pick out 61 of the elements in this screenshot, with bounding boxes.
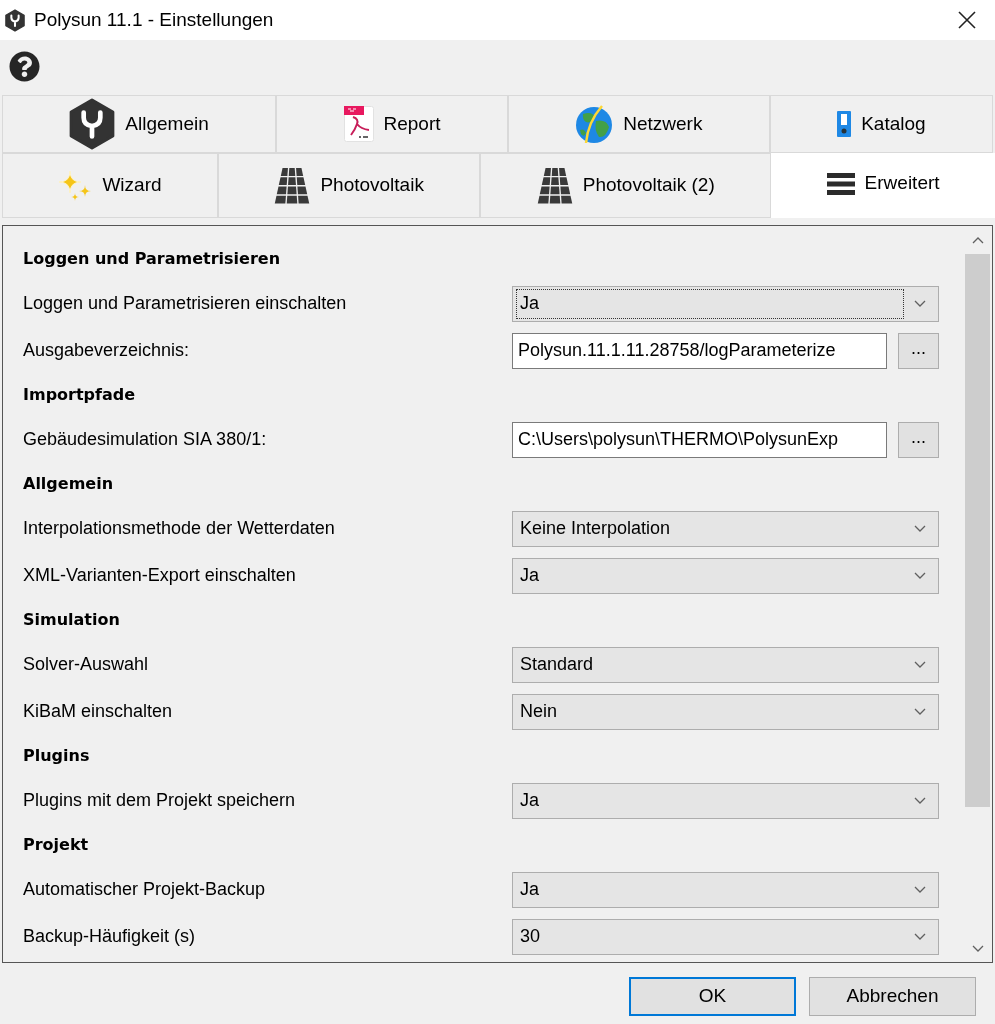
globe-icon (575, 104, 614, 144)
solar-panel-icon (536, 167, 573, 204)
tab[interactable]: Allgemein (2, 95, 277, 153)
section-heading: Allgemein (23, 473, 114, 495)
section-heading: Simulation (23, 609, 120, 631)
chevron-down-icon (914, 572, 926, 579)
dropdown[interactable]: Nein (512, 693, 939, 730)
chevron-down-icon (914, 661, 926, 668)
dropdown[interactable]: Standard (512, 646, 939, 683)
dialog-button[interactable]: OK (629, 977, 796, 1016)
setting-label: Gebäudesimulation SIA 380/1: (23, 428, 267, 451)
tab[interactable]: Netzwerk (507, 95, 770, 153)
dropdown[interactable]: Ja (512, 782, 939, 819)
section-heading: Loggen und Parametrisieren (23, 248, 281, 270)
setting-label: Interpolationsmethode der Wetterdaten (23, 517, 335, 540)
dialog-button[interactable]: Abbrechen (809, 977, 976, 1016)
tab[interactable]: Photovoltaik (217, 153, 481, 218)
app-logo-icon (5, 8, 25, 32)
tab[interactable]: Erweitert (771, 153, 995, 218)
browse-button[interactable]: ... (898, 421, 939, 458)
path-field[interactable]: Polysun.11.1.11.28758/logParameterize (512, 332, 887, 369)
binder-icon (837, 111, 852, 137)
setting-label: Automatischer Projekt-Backup (23, 878, 266, 901)
tab[interactable]: Wizard (2, 153, 218, 218)
dropdown[interactable]: 30 (512, 918, 939, 955)
solar-panel-icon (274, 167, 311, 204)
chevron-down-icon (914, 886, 926, 893)
help-icon (9, 50, 40, 82)
help-button[interactable] (9, 50, 40, 82)
browse-button[interactable]: ... (898, 332, 939, 369)
tab[interactable]: Photovoltaik (2) (480, 153, 772, 218)
setting-label: Plugins mit dem Projekt speichern (23, 789, 296, 812)
setting-label: Loggen und Parametrisieren einschalten (23, 292, 347, 315)
scrollbar-thumb[interactable] (965, 254, 990, 807)
chevron-down-icon (914, 525, 926, 532)
hexagon-logo-icon (69, 98, 116, 150)
chevron-down-icon (971, 944, 984, 952)
section-heading: Plugins (23, 745, 90, 767)
close-icon (958, 11, 976, 29)
setting-label: KiBaM einschalten (23, 700, 173, 723)
dropdown[interactable]: Keine Interpolation (512, 510, 939, 547)
chevron-down-icon (914, 300, 926, 307)
setting-label: Solver-Auswahl (23, 653, 149, 676)
section-heading: Importpfade (23, 384, 136, 406)
pdf-document-icon (343, 106, 374, 142)
chevron-up-icon (971, 236, 984, 244)
setting-label: Ausgabeverzeichnis: (23, 339, 190, 362)
setting-label: XML-Varianten-Export einschalten (23, 564, 296, 587)
menu-icon (826, 172, 855, 195)
section-heading: Projekt (23, 834, 89, 856)
path-field[interactable]: C:\Users\polysun\THERMO\PolysunExp (512, 421, 887, 458)
chevron-down-icon (914, 797, 926, 804)
setting-label: Backup-Häufigkeit (s) (23, 925, 196, 948)
dropdown[interactable]: Ja (512, 871, 939, 908)
tab[interactable]: Report (276, 95, 508, 153)
chevron-down-icon (914, 708, 926, 715)
dropdown[interactable]: Ja (512, 557, 939, 594)
tab[interactable]: Katalog (769, 95, 993, 153)
window-title: Polysun 11.1 - Einstellungen (34, 7, 274, 32)
chevron-down-icon (914, 933, 926, 940)
dropdown[interactable]: Ja (512, 285, 939, 322)
